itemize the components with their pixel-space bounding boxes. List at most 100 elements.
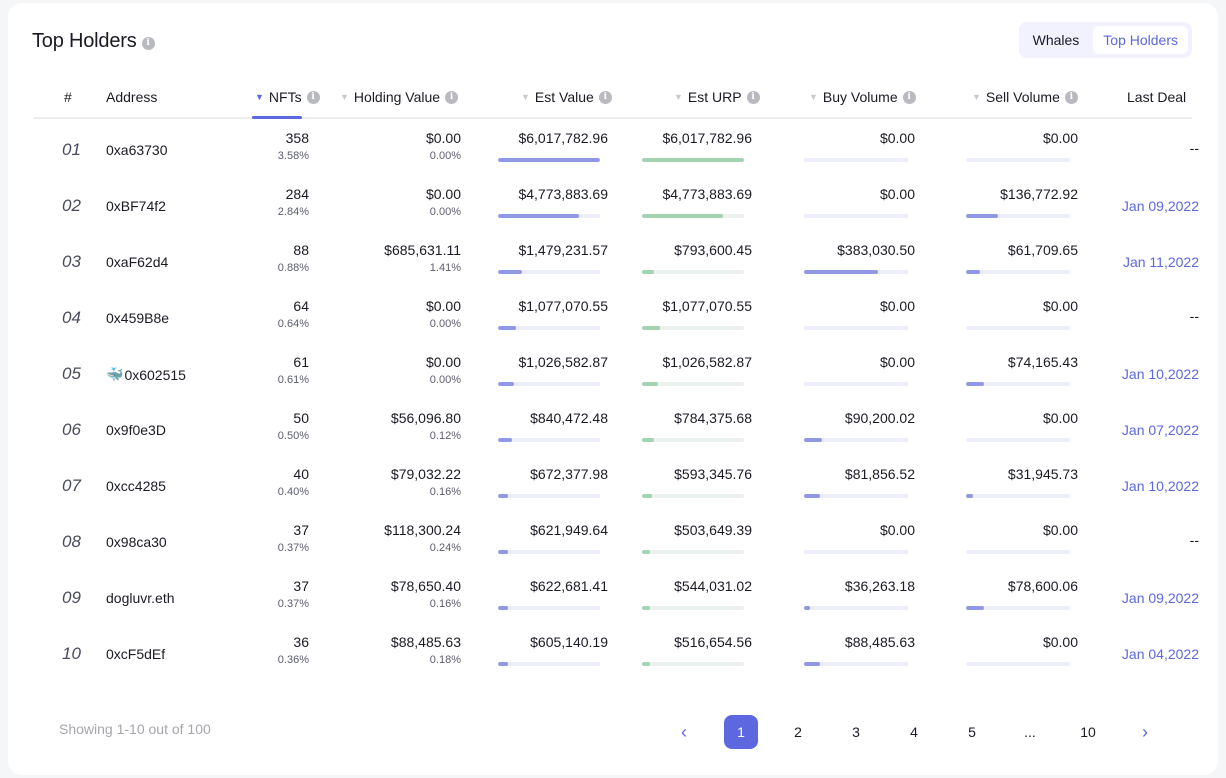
est-urp: $1,026,582.87	[662, 354, 752, 370]
rank: 08	[62, 532, 81, 551]
est-urp-cell: $503,649.39	[674, 522, 752, 538]
est-urp-bar	[642, 494, 744, 498]
table-row[interactable]: 10 0xcF5dEf 36 0.36% $88,485.63 0.18% $605,140…	[34, 625, 1199, 681]
holding-value-cell: $88,485.63 0.18%	[391, 634, 461, 666]
info-icon[interactable]: i	[902, 90, 916, 104]
info-icon[interactable]: i	[746, 90, 760, 104]
buy-volume-bar	[804, 438, 908, 442]
address-link[interactable]: 0x459B8e	[106, 310, 169, 326]
est-urp-cell: $1,077,070.55	[662, 298, 752, 314]
table-row[interactable]: 01 0xa63730 358 3.58% $0.00 0.00% $6,017,782.9…	[34, 121, 1199, 177]
holding-value: $0.00	[425, 354, 461, 370]
est-value-bar-fill	[498, 662, 509, 666]
nfts-cell: 64 0.64%	[278, 298, 309, 330]
buy-volume: $0.00	[879, 354, 915, 370]
column-est-value[interactable]: ▼ Est Value i	[521, 89, 612, 105]
address-text: 0xcc4285	[106, 478, 166, 494]
prev-page-button[interactable]: ‹	[667, 715, 701, 749]
table-row[interactable]: 09 dogluvr.eth 37 0.37% $78,650.40 0.16% $622,…	[34, 569, 1199, 625]
last-deal[interactable]: Jan 07,2022	[1122, 422, 1199, 438]
column-est-urp[interactable]: ▼ Est URP i	[674, 89, 760, 105]
holding-percent: 0.18%	[429, 654, 461, 666]
table-row[interactable]: 07 0xcc4285 40 0.40% $79,032.22 0.16% $672,377…	[34, 457, 1199, 513]
est-urp: $503,649.39	[674, 522, 752, 538]
address-link[interactable]: 0x98ca30	[106, 534, 167, 550]
column-nfts[interactable]: ▼ NFTs i	[255, 89, 320, 105]
last-deal[interactable]: Jan 10,2022	[1122, 366, 1199, 382]
est-urp-cell: $6,017,782.96	[662, 130, 752, 146]
info-icon[interactable]: i	[1064, 90, 1078, 104]
address-link[interactable]: dogluvr.eth	[106, 590, 175, 606]
nfts-percent: 0.36%	[277, 654, 309, 666]
buy-volume-bar	[804, 662, 908, 666]
sell-volume: $31,945.73	[1007, 466, 1078, 482]
page-4-button[interactable]: 4	[897, 715, 931, 749]
table-row[interactable]: 08 0x98ca30 37 0.37% $118,300.24 0.24% $621,94…	[34, 513, 1199, 569]
sell-volume-cell: $0.00	[1043, 298, 1078, 314]
table-row[interactable]: 06 0x9f0e3D 50 0.50% $56,096.80 0.12% $840,472…	[34, 401, 1199, 457]
column-label: NFTs	[268, 89, 302, 105]
address-link[interactable]: 0xcF5dEf	[106, 646, 165, 662]
est-value-bar	[498, 382, 600, 386]
table-row[interactable]: 03 0xaF62d4 88 0.88% $685,631.11 1.41% $1,479,…	[34, 233, 1199, 289]
table-row[interactable]: 05 🐳 0x602515 61 0.61% $0.00 0.00% $1,026,582.8…	[34, 345, 1199, 401]
est-urp-bar-fill	[642, 214, 723, 218]
address-link[interactable]: 0xa63730	[106, 142, 168, 158]
sell-volume-bar	[966, 662, 1070, 666]
buy-volume-cell: $0.00	[880, 298, 915, 314]
info-icon[interactable]: i	[598, 90, 612, 104]
nfts-percent: 0.37%	[277, 542, 309, 554]
address-link[interactable]: 0xBF74f2	[106, 198, 166, 214]
address-link[interactable]: 🐳 0x602515	[106, 366, 186, 383]
last-deal[interactable]: Jan 10,2022	[1122, 478, 1199, 494]
holding-value-cell: $0.00 0.00%	[426, 186, 461, 218]
table-row[interactable]: 02 0xBF74f2 284 2.84% $0.00 0.00% $4,773,883.6…	[34, 177, 1199, 233]
holding-value: $0.00	[425, 130, 461, 146]
est-urp-bar-fill	[642, 158, 744, 162]
est-urp-bar	[642, 214, 744, 218]
address-link[interactable]: 0x9f0e3D	[106, 422, 166, 438]
holding-value: $79,032.22	[390, 466, 461, 482]
est-value-bar-fill	[498, 494, 509, 498]
page-10-button[interactable]: 10	[1071, 715, 1105, 749]
est-value: $621,949.64	[530, 522, 608, 538]
est-urp-bar	[642, 606, 744, 610]
address-text: 0x98ca30	[106, 534, 167, 550]
holding-value-cell: $78,650.40 0.16%	[391, 578, 461, 610]
est-value-bar-fill	[498, 382, 515, 386]
address-link[interactable]: 0xcc4285	[106, 478, 166, 494]
sell-volume-cell: $61,709.65	[1008, 242, 1078, 258]
info-icon[interactable]: i	[141, 37, 155, 50]
column-buy-volume[interactable]: ▼ Buy Volume i	[809, 89, 916, 105]
sell-volume: $136,772.92	[1000, 186, 1078, 202]
last-deal[interactable]: Jan 09,2022	[1122, 590, 1199, 606]
toggle-top-holders[interactable]: Top Holders	[1093, 26, 1188, 54]
sell-volume-cell: $0.00	[1043, 634, 1078, 650]
column-label: Address	[106, 89, 158, 105]
est-value-bar-fill	[498, 270, 523, 274]
toggle-whales[interactable]: Whales	[1023, 26, 1090, 54]
buy-volume-bar-fill	[804, 494, 820, 498]
column-sell-volume[interactable]: ▼ Sell Volume i	[972, 89, 1078, 105]
table-row[interactable]: 04 0x459B8e 64 0.64% $0.00 0.00% $1,077,070.55…	[34, 289, 1199, 345]
buy-volume: $0.00	[879, 130, 915, 146]
last-deal[interactable]: Jan 04,2022	[1122, 646, 1199, 662]
est-urp-cell: $1,026,582.87	[662, 354, 752, 370]
last-deal[interactable]: Jan 09,2022	[1122, 198, 1199, 214]
holding-value-cell: $79,032.22 0.16%	[391, 466, 461, 498]
last-deal[interactable]: Jan 11,2022	[1123, 254, 1199, 270]
page-2-button[interactable]: 2	[781, 715, 815, 749]
est-urp-bar	[642, 438, 744, 442]
page-1-button[interactable]: 1	[724, 715, 758, 749]
buy-volume-bar	[804, 606, 908, 610]
info-icon[interactable]: i	[306, 90, 320, 104]
page-5-button[interactable]: 5	[955, 715, 989, 749]
next-page-button[interactable]: ›	[1128, 715, 1162, 749]
page-3-button[interactable]: 3	[839, 715, 873, 749]
info-icon[interactable]: i	[445, 90, 459, 104]
est-urp-cell: $544,031.02	[674, 578, 752, 594]
address-link[interactable]: 0xaF62d4	[106, 254, 168, 270]
holding-percent: 0.12%	[429, 430, 461, 442]
est-value: $622,681.41	[530, 578, 608, 594]
column-holding-value[interactable]: ▼ Holding Value i	[340, 89, 459, 105]
